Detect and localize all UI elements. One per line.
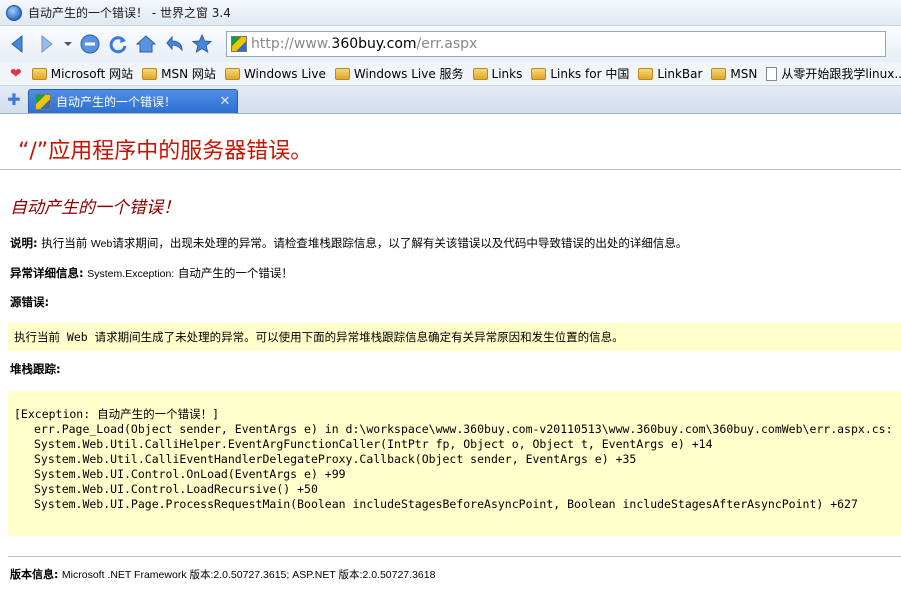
stack-line: System.Web.Util.CalliEventHandlerDelegat…: [34, 452, 637, 466]
stack-line: System.Web.UI.Page.ProcessRequestMain(Bo…: [34, 497, 858, 511]
stop-button[interactable]: [78, 32, 102, 56]
stack-line: System.Web.UI.Control.OnLoad(EventArgs e…: [34, 467, 346, 481]
close-icon[interactable]: ✕: [217, 94, 233, 109]
source-error-label: 源错误:: [10, 294, 49, 310]
stack-header: [Exception: 自动产生的一个错误！]: [14, 407, 220, 421]
favorites-heart-icon[interactable]: ❤: [10, 66, 22, 82]
forward-button[interactable]: [34, 32, 58, 56]
url-path: /err.aspx: [416, 36, 478, 52]
divider: [8, 556, 901, 557]
description-text: 请求期间，出现未处理的异常。请检查堆栈跟踪信息，以了解有关该错误以及代码中导致错…: [112, 236, 688, 250]
stack-line: err.Page_Load(Object sender, EventArgs e…: [34, 422, 893, 436]
tab-label: 自动产生的一个错误！: [56, 95, 177, 109]
description-line: 说明: 执行当前 Web请求期间，出现未处理的异常。请检查堆栈跟踪信息，以了解有…: [10, 235, 687, 251]
description-web: Web: [90, 238, 113, 250]
undo-button[interactable]: [162, 32, 186, 56]
stop-icon: [80, 34, 100, 54]
folder-icon: [142, 67, 158, 80]
favorite-label: MSN 网站: [161, 67, 216, 81]
favorite-label: Microsoft 网站: [50, 67, 134, 81]
folder-icon: [638, 67, 654, 80]
favorite-label: MSN: [730, 66, 758, 81]
stack-line: System.Web.Util.CalliHelper.EventArgFunc…: [34, 437, 713, 451]
chevron-down-icon: [64, 42, 72, 46]
stack-trace-box: [Exception: 自动产生的一个错误！] err.Page_Load(Ob…: [8, 391, 901, 536]
stack-line: System.Web.UI.Control.LoadRecursive() +5…: [34, 482, 318, 496]
site-favicon-icon: [231, 36, 247, 52]
history-dropdown-button[interactable]: [62, 32, 74, 56]
navigation-toolbar: http://www.360buy.com/err.aspx: [0, 26, 901, 62]
description-pre: 执行当前: [41, 236, 88, 250]
page-content: “/”应用程序中的服务器错误。 自动产生的一个错误！ 说明: 执行当前 Web请…: [0, 115, 901, 614]
favorite-label: 从零开始跟我学linux...: [781, 67, 901, 81]
favorite-item[interactable]: MSN: [711, 67, 757, 81]
exception-message: 自动产生的一个错误！: [177, 266, 293, 280]
favorite-item[interactable]: 从零开始跟我学linux...: [766, 65, 901, 82]
home-button[interactable]: [134, 32, 158, 56]
version-text: Microsoft .NET Framework 版本:2.0.50727.36…: [61, 569, 436, 581]
window-title: 自动产生的一个错误！ - 世界之窗 3.4: [28, 6, 231, 20]
address-bar[interactable]: http://www.360buy.com/err.aspx: [226, 31, 886, 57]
divider: [0, 169, 901, 170]
url-domain: 360buy.com: [331, 36, 417, 52]
exception-label: 异常详细信息:: [10, 266, 84, 280]
page-title: “/”应用程序中的服务器错误。: [18, 139, 313, 164]
favorite-label: Windows Live 服务: [353, 67, 464, 81]
favorite-item[interactable]: Windows Live: [224, 66, 326, 81]
favorite-label: LinkBar: [657, 66, 703, 81]
refresh-icon: [109, 36, 127, 54]
favorite-label: Links: [491, 66, 523, 81]
address-url[interactable]: http://www.360buy.com/err.aspx: [251, 36, 477, 52]
browser-globe-icon: [6, 4, 22, 21]
version-info: 版本信息: Microsoft .NET Framework 版本:2.0.50…: [10, 566, 435, 582]
back-icon: [11, 34, 23, 54]
stack-trace-label: 堆栈跟踪:: [10, 361, 61, 377]
folder-icon: [334, 67, 350, 80]
forward-icon: [41, 34, 53, 54]
source-label: 源错误:: [10, 295, 50, 309]
undo-icon: [166, 35, 183, 52]
favorites-bar: ❤ Microsoft 网站 MSN 网站 Windows Live Windo…: [0, 62, 901, 86]
tab-active[interactable]: 自动产生的一个错误！ ✕: [28, 89, 238, 113]
favorite-item[interactable]: Links for 中国: [531, 65, 629, 82]
site-favicon-icon: [35, 93, 51, 110]
favorite-label: Windows Live: [243, 66, 326, 81]
exception-type: System.Exception:: [87, 268, 175, 280]
stack-label: 堆栈跟踪:: [10, 362, 61, 376]
url-prefix: http://www.: [251, 36, 332, 52]
favorite-item[interactable]: Microsoft 网站: [31, 65, 134, 82]
folder-icon: [31, 67, 47, 80]
description-label: 说明:: [10, 236, 38, 250]
source-error-text: 执行当前 Web 请求期间生成了未处理的异常。可以使用下面的异常堆栈跟踪信息确定…: [14, 330, 624, 344]
folder-icon: [472, 67, 488, 80]
favorite-item[interactable]: LinkBar: [638, 67, 702, 81]
version-label: 版本信息:: [10, 568, 59, 581]
new-tab-button[interactable]: ✚: [4, 88, 24, 110]
tab-bar: ✚ 自动产生的一个错误！ ✕: [0, 86, 901, 114]
error-subheading: 自动产生的一个错误！: [10, 198, 180, 218]
home-icon: [135, 35, 157, 53]
favorite-item[interactable]: MSN 网站: [142, 65, 216, 82]
folder-icon: [224, 67, 240, 80]
folder-icon: [531, 67, 547, 80]
refresh-button[interactable]: [106, 32, 130, 56]
page-icon: [766, 66, 778, 81]
favorite-label: Links for 中国: [550, 67, 630, 81]
exception-line: 异常详细信息: System.Exception: 自动产生的一个错误！: [10, 265, 293, 281]
favorite-star-icon: [191, 33, 213, 54]
source-error-box: 执行当前 Web 请求期间生成了未处理的异常。可以使用下面的异常堆栈跟踪信息确定…: [8, 323, 901, 351]
back-button[interactable]: [6, 32, 30, 56]
folder-icon: [711, 67, 727, 80]
favorite-item[interactable]: Windows Live 服务: [334, 65, 464, 82]
favorite-button[interactable]: [190, 32, 214, 56]
favorite-item[interactable]: Links: [472, 66, 523, 81]
window-titlebar: 自动产生的一个错误！ - 世界之窗 3.4: [0, 0, 901, 26]
